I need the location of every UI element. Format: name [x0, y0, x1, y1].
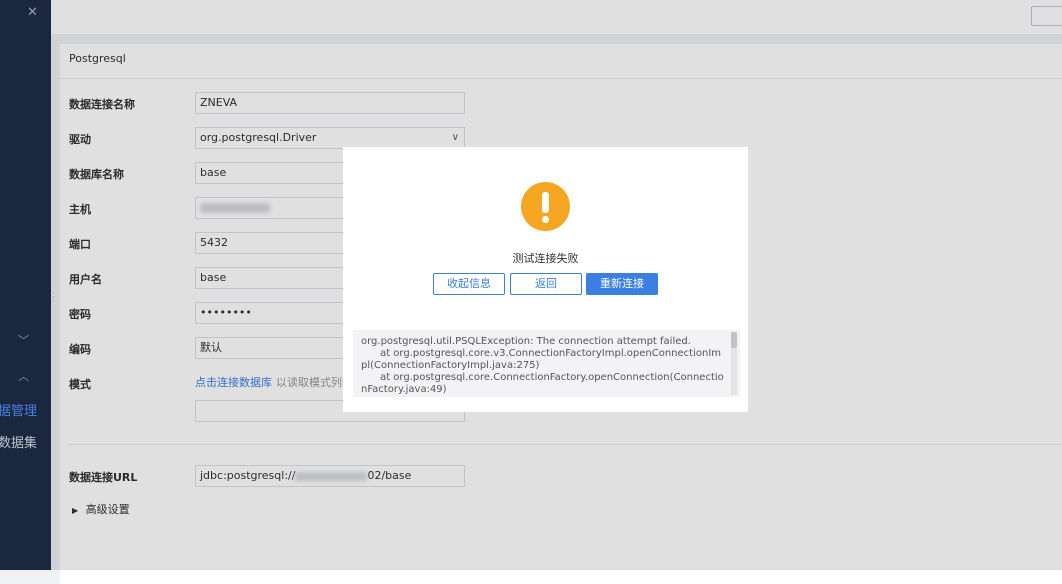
collapse-info-button[interactable]: 收起信息 [433, 273, 505, 295]
back-button[interactable]: 返回 [510, 273, 582, 295]
warning-icon [521, 182, 570, 231]
error-stacktrace: org.postgresql.util.PSQLException: The c… [361, 336, 724, 395]
error-scrollbar[interactable] [731, 332, 737, 395]
connection-error-dialog: 测试连接失败 收起信息 返回 重新连接 org.postgresql.util.… [343, 147, 748, 412]
scrollbar-thumb[interactable] [731, 332, 737, 348]
error-details[interactable]: org.postgresql.util.PSQLException: The c… [353, 330, 740, 397]
error-message: 测试连接失败 [512, 252, 579, 265]
reconnect-button[interactable]: 重新连接 [586, 273, 658, 295]
